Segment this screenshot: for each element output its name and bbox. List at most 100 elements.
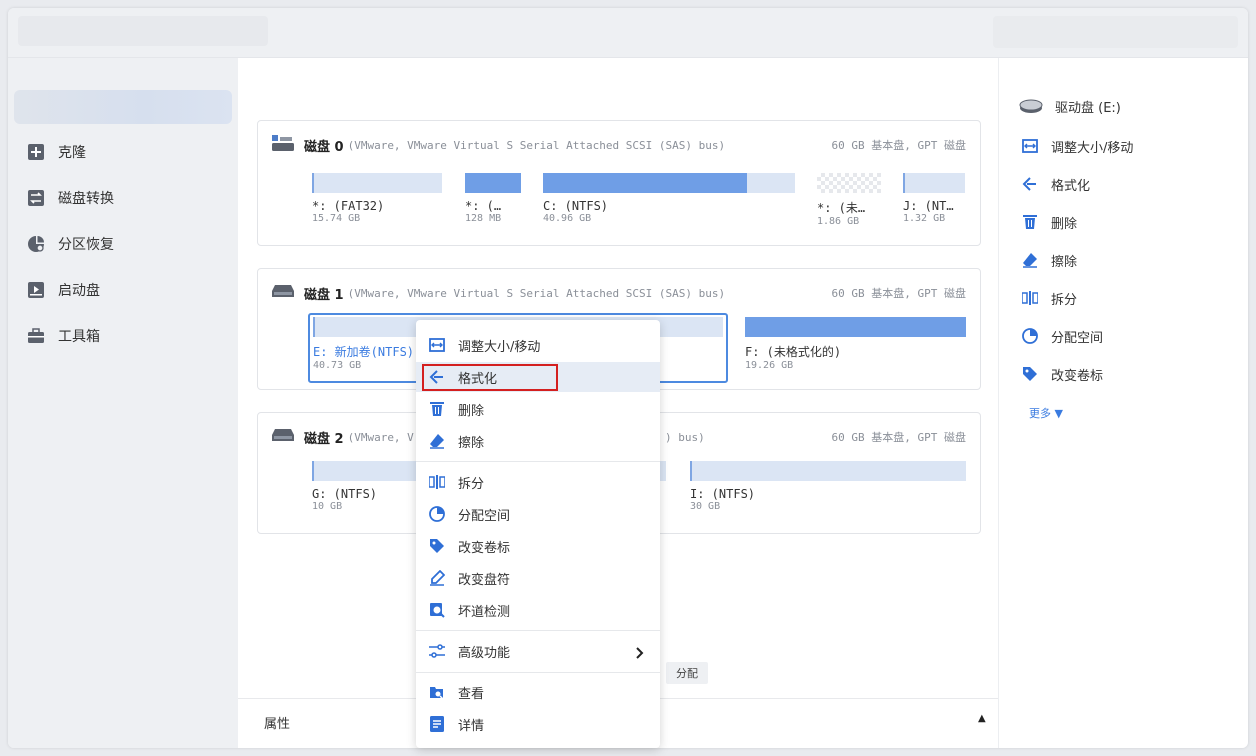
sidebar-item-clone[interactable]: 克隆 bbox=[26, 137, 86, 167]
change-label-icon bbox=[428, 537, 446, 555]
wipe-icon bbox=[428, 432, 446, 450]
menu-item-allocate-space[interactable]: 分配空间 bbox=[416, 499, 660, 529]
menu-item-details[interactable]: 详情 bbox=[416, 709, 660, 739]
chevron-right-icon bbox=[636, 644, 644, 663]
split-icon bbox=[1021, 289, 1039, 307]
menu-item-label: 分配空间 bbox=[458, 508, 511, 524]
disk-size: 60 GB 基本盘, GPT 磁盘 bbox=[831, 139, 966, 152]
sidebar-active-item[interactable] bbox=[14, 90, 232, 124]
partition-bar bbox=[903, 173, 965, 193]
partition-size: 40.96 GB bbox=[543, 213, 592, 224]
properties-title: 属性 bbox=[264, 717, 291, 732]
disk-icon bbox=[272, 135, 294, 155]
app-logo-area bbox=[18, 16, 268, 46]
menu-item-bad-sector-check[interactable]: 坏道检测 bbox=[416, 595, 660, 625]
menu-item-wipe[interactable]: 擦除 bbox=[416, 426, 660, 456]
sidebar-item-disk-convert[interactable]: 磁盘转换 bbox=[26, 183, 114, 213]
collapse-caret-icon[interactable]: ▲ bbox=[978, 713, 986, 724]
menu-separator bbox=[416, 630, 660, 631]
menu-item-label: 擦除 bbox=[458, 435, 485, 451]
toolbox-icon bbox=[26, 326, 46, 346]
sidebar-item-bootable-media[interactable]: 启动盘 bbox=[26, 275, 100, 305]
resize-move-icon bbox=[428, 336, 446, 354]
menu-item-resize-move[interactable]: 调整大小/移动 bbox=[416, 330, 660, 360]
sidebar-item-label: 工具箱 bbox=[58, 329, 100, 345]
partition-1-1[interactable]: F: (未格式化的) 19.26 GB bbox=[745, 317, 966, 371]
disk-size: 60 GB 基本盘, GPT 磁盘 bbox=[831, 431, 966, 444]
sidebar-item-label: 启动盘 bbox=[58, 283, 100, 299]
partition-bar bbox=[543, 173, 795, 193]
sidebar-item-label: 克隆 bbox=[58, 145, 86, 161]
sidebar-item-toolbox[interactable]: 工具箱 bbox=[26, 321, 100, 351]
explore-icon bbox=[428, 683, 446, 701]
resize-move-icon bbox=[1021, 137, 1039, 155]
clone-icon bbox=[26, 142, 46, 162]
window-controls-area bbox=[993, 16, 1238, 48]
disk-size: 60 GB 基本盘, GPT 磁盘 bbox=[831, 287, 966, 300]
allocate-button[interactable]: 分配 bbox=[666, 662, 708, 684]
menu-item-label: 改变卷标 bbox=[458, 540, 511, 556]
action-split[interactable]: 拆分 bbox=[1021, 286, 1077, 310]
menu-item-change-label[interactable]: 改变卷标 bbox=[416, 531, 660, 561]
partition-0-3[interactable]: *: (未… 1.86 GB bbox=[817, 173, 881, 227]
split-icon bbox=[428, 473, 446, 491]
menu-separator bbox=[416, 672, 660, 673]
partition-label: *: (未… bbox=[817, 201, 866, 215]
disk-bus: (VMware, VMware Virtual S Serial Attache… bbox=[347, 286, 726, 300]
title-bar bbox=[8, 8, 1248, 58]
action-label: 改变卷标 bbox=[1051, 368, 1104, 384]
action-label: 擦除 bbox=[1051, 254, 1078, 270]
partition-label: C: (NTFS) bbox=[543, 199, 609, 213]
sidebar: 克隆 磁盘转换 分区恢复 启动盘 工具箱 bbox=[8, 58, 238, 748]
partition-label: *: (… bbox=[465, 199, 502, 213]
action-change-label[interactable]: 改变卷标 bbox=[1021, 362, 1103, 386]
details-icon bbox=[428, 715, 446, 733]
action-delete[interactable]: 删除 bbox=[1021, 210, 1077, 234]
operations-panel: 驱动盘 (E:) 调整大小/移动 格式化 删除 擦除 拆分 分配空间 改变卷标 … bbox=[998, 58, 1248, 748]
change-drive-letter-icon bbox=[428, 569, 446, 587]
disk-name: 磁盘 2 bbox=[304, 431, 344, 447]
delete-icon bbox=[1021, 213, 1039, 231]
partition-bar bbox=[817, 173, 881, 193]
action-format[interactable]: 格式化 bbox=[1021, 172, 1090, 196]
allocate-space-icon bbox=[428, 505, 446, 523]
menu-item-change-drive-letter[interactable]: 改变盘符 bbox=[416, 563, 660, 593]
advanced-icon bbox=[428, 642, 446, 660]
partition-0-1[interactable]: *: (… 128 MB bbox=[465, 173, 521, 224]
disk-convert-icon bbox=[26, 188, 46, 208]
partition-size: 1.86 GB bbox=[817, 216, 860, 227]
context-menu: 调整大小/移动 格式化 删除 擦除 拆分 分配空间 改变卷标 改变盘符 坏道检测… bbox=[416, 320, 660, 748]
disk-bus: (VMware, VMware Virtual S Serial Attache… bbox=[347, 138, 726, 152]
disk-bus: (VMware, V bbox=[347, 430, 414, 444]
delete-icon bbox=[428, 400, 446, 418]
action-label: 分配空间 bbox=[1051, 330, 1104, 346]
partition-0-4[interactable]: J: (NT… 1.32 GB bbox=[903, 173, 965, 224]
action-label: 删除 bbox=[1051, 216, 1078, 232]
action-wipe[interactable]: 擦除 bbox=[1021, 248, 1077, 272]
menu-item-label: 详情 bbox=[458, 718, 485, 734]
bad-sector-check-icon bbox=[428, 601, 446, 619]
disk-card-0[interactable]: 磁盘 0 (VMware, VMware Virtual S Serial At… bbox=[257, 120, 981, 246]
sidebar-item-label: 分区恢复 bbox=[58, 237, 114, 253]
partition-label: I: (NTFS) bbox=[690, 487, 756, 501]
sidebar-item-partition-recovery[interactable]: 分区恢复 bbox=[26, 229, 114, 259]
partition-0-2[interactable]: C: (NTFS) 40.96 GB bbox=[543, 173, 795, 224]
partition-bar bbox=[312, 173, 442, 193]
menu-item-explore[interactable]: 查看 bbox=[416, 677, 660, 707]
action-resize-move[interactable]: 调整大小/移动 bbox=[1021, 134, 1133, 158]
menu-item-split[interactable]: 拆分 bbox=[416, 467, 660, 497]
menu-item-delete[interactable]: 删除 bbox=[416, 394, 660, 424]
more-actions-link[interactable]: 更多 ▼ bbox=[1029, 405, 1063, 421]
menu-item-advanced[interactable]: 高级功能 bbox=[416, 636, 660, 666]
menu-item-label: 查看 bbox=[458, 686, 485, 702]
partition-2-1[interactable]: I: (NTFS) 30 GB bbox=[690, 461, 966, 512]
partition-size: 1.32 GB bbox=[903, 213, 946, 224]
disk-header: 磁盘 1 (VMware, VMware Virtual S Serial At… bbox=[272, 283, 966, 303]
partition-label: J: (NT… bbox=[903, 199, 954, 213]
drive-label: 驱动盘 (E:) bbox=[1055, 100, 1121, 116]
action-allocate-space[interactable]: 分配空间 bbox=[1021, 324, 1103, 348]
disk-icon bbox=[272, 428, 294, 446]
action-label: 格式化 bbox=[1051, 178, 1091, 194]
drive-icon bbox=[1019, 97, 1043, 115]
partition-0-0[interactable]: *: (FAT32) 15.74 GB bbox=[312, 173, 442, 224]
